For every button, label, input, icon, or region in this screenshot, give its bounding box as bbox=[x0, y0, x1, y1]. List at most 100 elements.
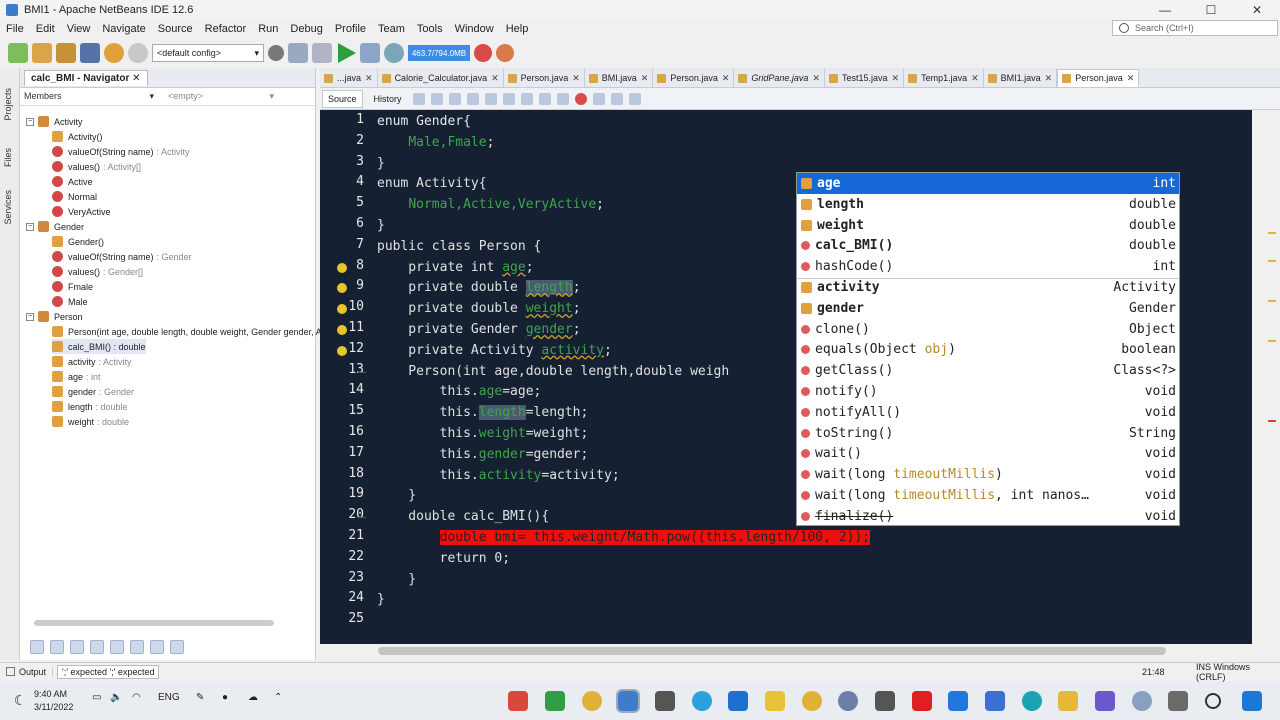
code-line[interactable]: this.activity=activity; bbox=[377, 466, 620, 486]
tree-item[interactable]: valueOf(String name): Activity bbox=[52, 144, 190, 159]
app-icon[interactable] bbox=[728, 691, 748, 711]
completion-item[interactable]: weight double bbox=[797, 215, 1179, 236]
close-icon[interactable]: ✕ bbox=[722, 73, 730, 84]
search-icon[interactable] bbox=[1205, 693, 1221, 709]
tree-item[interactable]: Person(int age, double length, double we… bbox=[52, 324, 322, 339]
collapse-toggle-icon[interactable]: − bbox=[26, 312, 34, 321]
services-tab[interactable]: Services bbox=[3, 190, 13, 225]
find-icon[interactable] bbox=[466, 92, 479, 105]
menu-source[interactable]: Source bbox=[152, 23, 199, 35]
tree-item[interactable]: activity: Activity bbox=[52, 354, 132, 369]
code-line[interactable]: private Activity activity; bbox=[377, 341, 612, 361]
app-icon[interactable] bbox=[655, 691, 675, 711]
fold-marker-icon[interactable] bbox=[358, 371, 366, 373]
hint-bulb-icon[interactable] bbox=[337, 325, 347, 335]
tree-item[interactable]: − Activity bbox=[26, 114, 83, 129]
output-tab[interactable]: Output bbox=[0, 666, 54, 677]
menu-window[interactable]: Window bbox=[449, 23, 500, 35]
weather-icon[interactable]: ☾ bbox=[14, 692, 27, 709]
battery-icon[interactable]: ▭ bbox=[92, 692, 101, 703]
completion-item[interactable]: calc_BMI() double bbox=[797, 235, 1179, 256]
menu-help[interactable]: Help bbox=[500, 23, 535, 35]
tree-item[interactable]: Gender() bbox=[52, 234, 104, 249]
completion-item[interactable]: getClass() Class<?> bbox=[797, 360, 1179, 381]
open-project-icon[interactable] bbox=[56, 43, 76, 63]
editor-tab[interactable]: ...java ✕ bbox=[320, 69, 378, 87]
reset-icon[interactable] bbox=[496, 44, 514, 62]
close-icon[interactable]: ✕ bbox=[572, 73, 580, 84]
wifi-icon[interactable]: ◠ bbox=[132, 692, 141, 703]
config-dropdown[interactable]: <default config> ▾ bbox=[152, 44, 264, 62]
menu-file[interactable]: File bbox=[0, 23, 30, 35]
menu-run[interactable]: Run bbox=[252, 23, 284, 35]
minimize-button[interactable]: — bbox=[1142, 0, 1188, 20]
clock[interactable]: 9:40 AM 3/11/2022 bbox=[34, 688, 73, 714]
shift-left-icon[interactable] bbox=[538, 92, 551, 105]
volume-icon[interactable]: 🔈 bbox=[110, 692, 122, 703]
code-line[interactable]: private double length; bbox=[377, 278, 581, 298]
record-macro-icon[interactable] bbox=[574, 92, 587, 105]
code-line[interactable]: enum Gender{ bbox=[377, 112, 471, 132]
code-line[interactable]: return 0; bbox=[377, 549, 510, 569]
close-icon[interactable]: ✕ bbox=[812, 73, 820, 84]
code-line[interactable]: public class Person { bbox=[377, 237, 541, 257]
tree-item[interactable]: calc_BMI() : double bbox=[52, 339, 146, 354]
completion-item[interactable]: wait(long timeoutMillis) void bbox=[797, 464, 1179, 485]
code-line[interactable]: } bbox=[377, 570, 416, 590]
tree-item[interactable]: Fmale bbox=[52, 279, 93, 294]
close-icon[interactable]: ✕ bbox=[365, 73, 373, 84]
chevron-up-icon[interactable]: ⌃ bbox=[274, 692, 282, 703]
code-line[interactable]: this.weight=weight; bbox=[377, 424, 589, 444]
close-icon[interactable]: ✕ bbox=[1127, 73, 1135, 84]
new-project-icon[interactable] bbox=[32, 43, 52, 63]
clean-build-icon[interactable] bbox=[312, 43, 332, 63]
tree-item[interactable]: − Gender bbox=[26, 219, 84, 234]
completion-item[interactable]: notify() void bbox=[797, 381, 1179, 402]
members-dropdown[interactable]: Members ▾ bbox=[20, 91, 160, 102]
tree-item[interactable]: Normal bbox=[52, 189, 97, 204]
app-icon[interactable] bbox=[838, 691, 858, 711]
menu-tools[interactable]: Tools bbox=[411, 23, 449, 35]
error-marker[interactable] bbox=[1268, 420, 1276, 422]
fold-marker-icon[interactable] bbox=[358, 517, 366, 519]
telegram-icon[interactable] bbox=[692, 691, 712, 711]
save-all-icon[interactable] bbox=[80, 43, 100, 63]
app-icon[interactable] bbox=[1168, 691, 1188, 711]
completion-item[interactable]: toString() String bbox=[797, 423, 1179, 444]
code-line[interactable]: Male,Fmale; bbox=[377, 133, 494, 153]
code-line[interactable]: this.length=length; bbox=[377, 403, 588, 423]
tree-item[interactable]: Male bbox=[52, 294, 88, 309]
collapse-toggle-icon[interactable]: − bbox=[26, 222, 34, 231]
menu-view[interactable]: View bbox=[61, 23, 97, 35]
build-icon[interactable] bbox=[288, 43, 308, 63]
redo-icon[interactable] bbox=[128, 43, 148, 63]
code-line[interactable]: } bbox=[377, 590, 385, 610]
filter-button[interactable] bbox=[50, 640, 64, 654]
run-icon[interactable] bbox=[338, 43, 356, 63]
teams-icon[interactable] bbox=[1095, 691, 1115, 711]
filter-button[interactable] bbox=[110, 640, 124, 654]
tree-item[interactable]: − Person bbox=[26, 309, 83, 324]
code-line[interactable]: double calc_BMI(){ bbox=[377, 507, 549, 527]
code-line[interactable]: private int age; bbox=[377, 258, 533, 278]
youtube-icon[interactable] bbox=[912, 691, 932, 711]
completion-item[interactable]: age int bbox=[797, 173, 1179, 194]
app-icon[interactable] bbox=[765, 691, 785, 711]
tree-item[interactable]: valueOf(String name): Gender bbox=[52, 249, 192, 264]
close-icon[interactable]: ✕ bbox=[491, 73, 499, 84]
filter-button[interactable] bbox=[90, 640, 104, 654]
completion-item[interactable]: clone() Object bbox=[797, 319, 1179, 340]
file-explorer-icon[interactable] bbox=[1058, 691, 1078, 711]
editor-tab[interactable]: BMI.java ✕ bbox=[585, 69, 654, 87]
menu-edit[interactable]: Edit bbox=[30, 23, 61, 35]
completion-item[interactable]: finalize() void bbox=[797, 506, 1179, 527]
warning-marker[interactable] bbox=[1268, 260, 1276, 262]
navigator-scrollbar[interactable] bbox=[34, 620, 274, 626]
code-line[interactable]: private Gender gender; bbox=[377, 320, 580, 340]
pen-icon[interactable]: ✎ bbox=[196, 692, 204, 703]
cloud-app-icon[interactable] bbox=[1132, 691, 1152, 711]
menu-team[interactable]: Team bbox=[372, 23, 411, 35]
find-next-icon[interactable] bbox=[502, 92, 515, 105]
undo-icon[interactable] bbox=[104, 43, 124, 63]
code-line[interactable]: Person(int age,double length,double weig… bbox=[377, 362, 729, 382]
